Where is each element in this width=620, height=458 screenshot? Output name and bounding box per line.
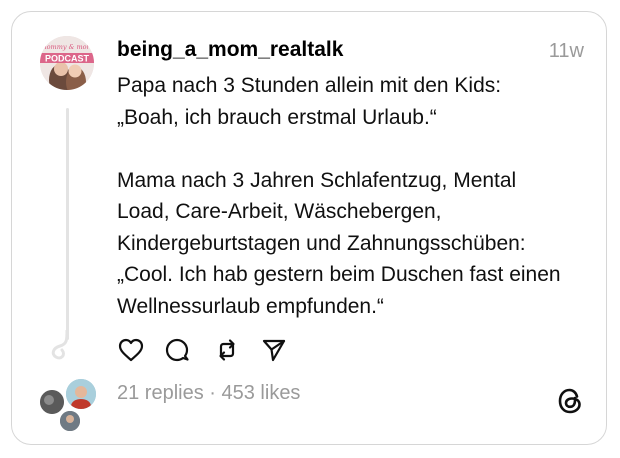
post-stats: 21 replies · 453 likes [117,382,300,405]
comment-icon [165,338,189,362]
replier-avatar [58,409,82,433]
stats-separator: · [203,382,222,404]
share-icon [262,339,286,362]
replier-avatar [64,377,98,411]
post-body-text: Papa nach 3 Stunden allein mit den Kids:… [117,74,561,318]
likes-count[interactable]: 453 likes [222,382,301,404]
thread-curl-icon [51,330,69,360]
repost-button[interactable] [213,336,241,364]
like-button[interactable] [117,336,145,364]
threads-logo-icon[interactable] [555,386,585,416]
share-button[interactable] [260,336,288,364]
repost-icon [219,339,235,361]
heart-icon [118,338,144,362]
replies-count[interactable]: 21 replies [117,382,204,404]
svg-text:mommy & more: mommy & more [40,43,93,51]
post-timestamp[interactable]: 11w [549,40,584,63]
thread-connector-line [66,108,69,340]
reply-button[interactable] [163,336,191,364]
avatar-image: PODCAST mommy & more [40,36,94,90]
author-avatar[interactable]: PODCAST mommy & more [40,36,94,90]
replier-avatars [38,377,102,433]
author-username[interactable]: being_a_mom_realtalk [117,38,343,62]
svg-text:PODCAST: PODCAST [45,54,90,64]
